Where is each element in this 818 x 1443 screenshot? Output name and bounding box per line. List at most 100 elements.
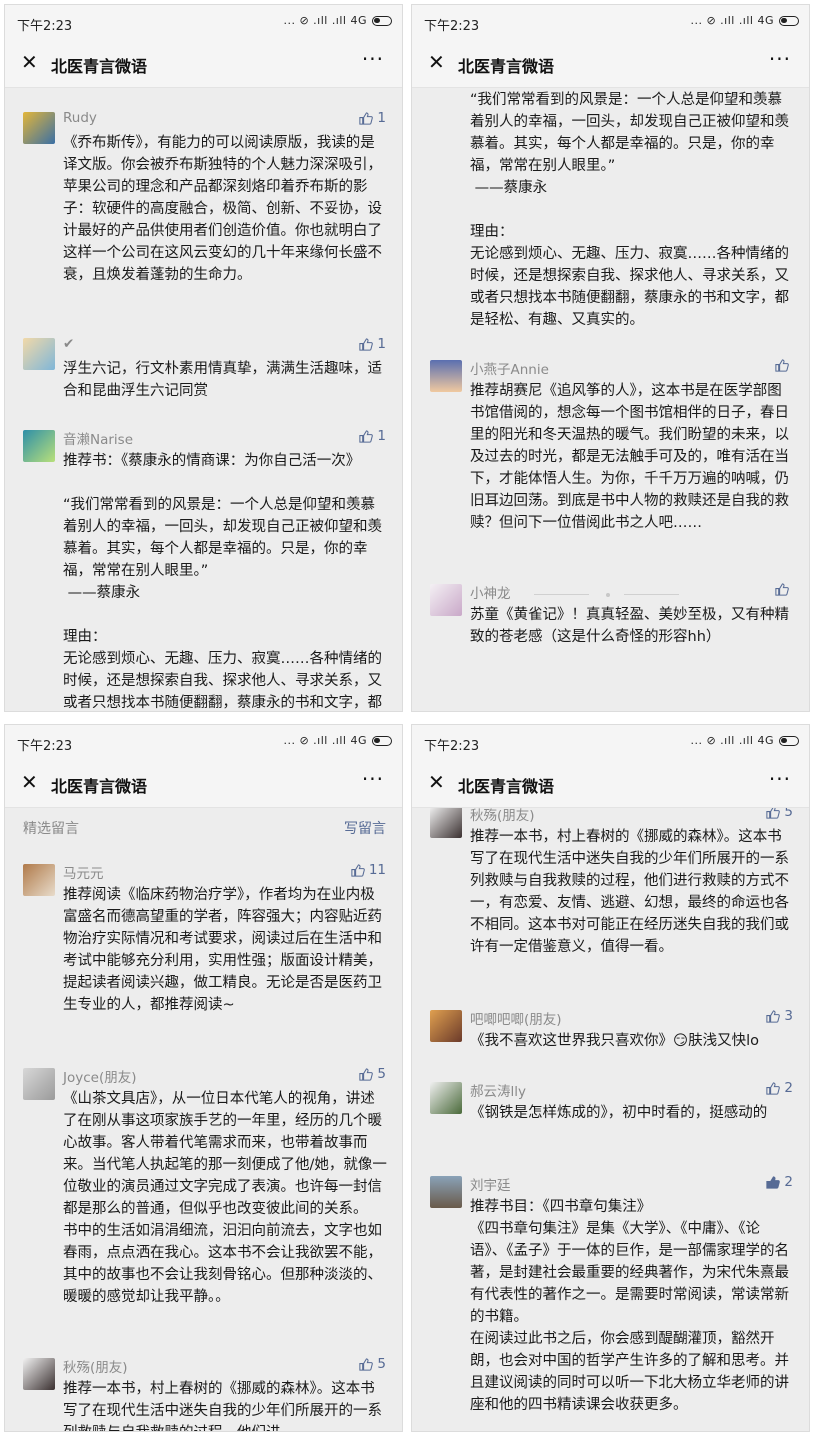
screen-panel-2: 下午2:23 ... ⊘ .ıll .ıll 4G ✕ 北医青言微语 ··· “…: [411, 4, 810, 712]
comment-list: 秋殇(朋友) 5 推荐一本书，村上春树的《挪威的森林》。这本书写了在现代生活中迷…: [412, 808, 809, 1431]
avatar[interactable]: [23, 1358, 55, 1390]
loading-indicator: [534, 593, 684, 597]
close-icon[interactable]: ✕: [21, 50, 38, 74]
thumbs-up-icon: [775, 359, 789, 372]
commenter-name: 刘宇廷: [470, 1178, 511, 1194]
commenter-name: 郝云涛lly: [470, 1084, 526, 1100]
avatar[interactable]: [430, 360, 462, 392]
commenter-name: ✔: [63, 336, 75, 352]
nav-bar: ✕ 北医青言微语 ···: [5, 39, 402, 88]
battery-icon: [779, 15, 799, 26]
comment-text: 推荐书：《蔡康永的情商课：为你自己活一次》 “我们常常看到的风景是：一个人总是仰…: [63, 453, 382, 711]
like-button[interactable]: [774, 358, 793, 373]
nav-bar: ✕ 北医青言微语 ···: [412, 39, 809, 88]
comment-text: 《山茶文具店》，从一位日本代笔人的视角，讲述了在刚从事这项家族手艺的一年里，经历…: [63, 1091, 387, 1305]
thumbs-up-icon: [766, 1081, 781, 1095]
write-comment-link[interactable]: 写留言: [344, 818, 386, 838]
status-time: 下午2:23: [17, 739, 73, 754]
comment-text: 推荐书目：《四书章句集注》 《四书章句集注》是集《大学》、《中庸》、《论语》、《…: [470, 1199, 789, 1413]
status-time: 下午2:23: [17, 19, 73, 34]
comment-text: “我们常常看到的风景是：一个人总是仰望和羡慕着别人的幸福，一回头，却发现自己正被…: [470, 92, 789, 328]
status-bar: 下午2:23 ... ⊘ .ıll .ıll 4G: [412, 5, 809, 39]
comment-text: 推荐一本书，村上春树的《挪威的森林》。这本书写了在现代生活中迷失自我的少年们所展…: [63, 1381, 382, 1431]
comment-text: 《我不喜欢这世界我只喜欢你》😏肤浅又快lo: [470, 1033, 760, 1049]
comment-text: 推荐胡赛尼《追风筝的人》，这本书是在医学部图书馆借阅的，想念每一个图书馆相伴的日…: [470, 383, 789, 531]
like-button[interactable]: 1: [358, 336, 386, 352]
signal-indicators: ... ⊘ .ıll .ıll 4G: [690, 14, 799, 27]
avatar[interactable]: [23, 1068, 55, 1100]
like-button[interactable]: 1: [358, 428, 386, 444]
battery-icon: [779, 735, 799, 746]
comment-text: 《乔布斯传》，有能力的可以阅读原版，我读的是译文版。你会被乔布斯独特的个人魅力深…: [63, 135, 382, 283]
divider: [624, 594, 679, 595]
like-button[interactable]: 2: [765, 1174, 793, 1190]
avatar[interactable]: [430, 584, 462, 616]
thumbs-up-icon: [351, 863, 365, 877]
thumbs-up-icon: [359, 111, 374, 125]
like-button[interactable]: 2: [765, 1080, 793, 1096]
battery-icon: [372, 735, 392, 746]
avatar[interactable]: [23, 864, 55, 896]
like-button[interactable]: 11: [350, 862, 386, 878]
like-button[interactable]: 5: [765, 808, 793, 820]
avatar[interactable]: [430, 1176, 462, 1208]
like-button[interactable]: 1: [358, 110, 386, 126]
more-options-button[interactable]: ···: [769, 47, 791, 71]
thumbs-up-icon: [775, 583, 789, 596]
signal-indicators: ... ⊘ .ıll .ıll 4G: [283, 14, 392, 27]
thumbs-up-icon: [359, 1357, 374, 1371]
screen-panel-4: 下午2:23 ... ⊘ .ıll .ıll 4G ✕ 北医青言微语 ··· 秋…: [411, 724, 810, 1432]
comment-text: 《钢铁是怎样炼成的》，初中时看的，挺感动的: [470, 1105, 768, 1121]
comment-list: Rudy 1 《乔布斯传》，有能力的可以阅读原版，我读的是译文版。你会被乔布斯独…: [5, 88, 402, 711]
divider: [534, 594, 589, 595]
avatar[interactable]: [23, 112, 55, 144]
like-button[interactable]: 5: [358, 1066, 386, 1082]
more-options-button[interactable]: ···: [362, 767, 384, 791]
commenter-name: 小燕子Annie: [470, 362, 549, 378]
avatar[interactable]: [23, 338, 55, 370]
thumbs-up-icon: [359, 337, 374, 351]
commenter-name: 吧唧吧唧(朋友): [470, 1012, 562, 1028]
page-title: 北医青言微语: [458, 57, 555, 76]
commenter-name: 马元元: [63, 866, 104, 882]
screen-panel-1: 下午2:23 ... ⊘ .ıll .ıll 4G ✕ 北医青言微语 ··· R…: [4, 4, 403, 712]
avatar[interactable]: [23, 430, 55, 462]
avatar[interactable]: [430, 808, 462, 838]
nav-bar: ✕ 北医青言微语 ···: [412, 759, 809, 808]
commenter-name: 音濑Narise: [63, 432, 134, 448]
signal-indicators: ... ⊘ .ıll .ıll 4G: [283, 734, 392, 747]
like-button[interactable]: 3: [765, 1008, 793, 1024]
like-button[interactable]: 5: [358, 1356, 386, 1372]
thumbs-up-icon: [359, 429, 374, 443]
comment-text: 推荐阅读《临床药物治疗学》，作者均为在业内极富盛名而德高望重的学者，阵容强大；内…: [63, 887, 382, 1013]
comment-list: “我们常常看到的风景是：一个人总是仰望和羡慕着别人的幸福，一回头，却发现自己正被…: [412, 88, 809, 711]
close-icon[interactable]: ✕: [428, 770, 445, 794]
avatar[interactable]: [430, 1082, 462, 1114]
commenter-name: Rudy: [63, 110, 97, 126]
thumbs-up-icon: [359, 1067, 374, 1081]
status-time: 下午2:23: [424, 19, 480, 34]
status-bar: 下午2:23 ... ⊘ .ıll .ıll 4G: [5, 725, 402, 759]
section-header: 精选留言 写留言: [5, 808, 402, 846]
commenter-name: Joyce(朋友): [63, 1070, 137, 1086]
page-title: 北医青言微语: [51, 777, 148, 796]
commenter-name: 秋殇(朋友): [63, 1360, 128, 1376]
thumbs-up-filled-icon: [766, 1175, 781, 1189]
signal-indicators: ... ⊘ .ıll .ıll 4G: [690, 734, 799, 747]
like-button[interactable]: [774, 582, 793, 597]
loading-dot: [606, 593, 610, 597]
page-title: 北医青言微语: [458, 777, 555, 796]
comment-text: 苏童《黄雀记》！真真轻盈、美妙至极，又有种精致的苍老感（这是什么奇怪的形容hh）: [470, 607, 789, 645]
close-icon[interactable]: ✕: [428, 50, 445, 74]
commenter-name: 小神龙: [470, 586, 511, 602]
comment-list: 马元元 11 推荐阅读《临床药物治疗学》，作者均为在业内极富盛名而德高望重的学者…: [5, 846, 402, 1431]
thumbs-up-icon: [766, 1009, 781, 1023]
screen-panel-3: 下午2:23 ... ⊘ .ıll .ıll 4G ✕ 北医青言微语 ··· 精…: [4, 724, 403, 1432]
featured-comments-label: 精选留言: [23, 821, 79, 837]
avatar[interactable]: [430, 1010, 462, 1042]
status-time: 下午2:23: [424, 739, 480, 754]
more-options-button[interactable]: ···: [769, 767, 791, 791]
status-bar: 下午2:23 ... ⊘ .ıll .ıll 4G: [5, 5, 402, 39]
more-options-button[interactable]: ···: [362, 47, 384, 71]
close-icon[interactable]: ✕: [21, 770, 38, 794]
